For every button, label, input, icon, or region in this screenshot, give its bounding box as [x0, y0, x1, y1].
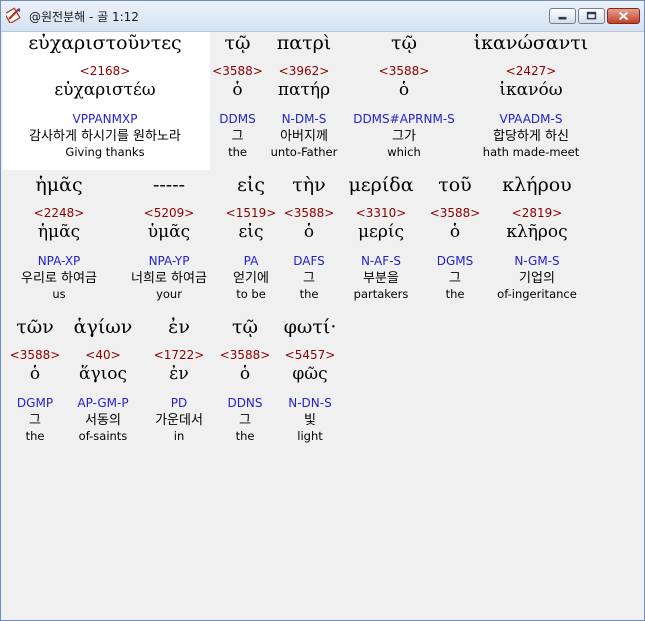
lemma-form: φῶς — [292, 364, 328, 384]
maximize-button[interactable] — [578, 8, 605, 24]
english-gloss: your — [156, 287, 182, 301]
greek-word: τοῦ — [438, 174, 472, 196]
english-gloss: which — [387, 145, 421, 159]
app-icon — [3, 7, 22, 25]
parsing-code: DDMS — [219, 112, 256, 126]
word-block[interactable]: μερίδα <3310> μερίς N-AF-S 부분을 partakers — [339, 174, 423, 304]
parsing-code: N-AF-S — [360, 254, 402, 268]
parsing-code: PD — [170, 396, 188, 410]
greek-word: τῶν — [16, 316, 54, 338]
greek-word: τὴν — [292, 174, 326, 196]
parsing-code: NPA-XP — [37, 254, 81, 268]
lemma-form: εἰς — [238, 222, 264, 242]
parsing-code: DGMP — [16, 396, 54, 410]
greek-word: τῷ — [224, 32, 251, 54]
word-block[interactable]: εἰς <1519> εἰς PA 얻기에 to be — [223, 174, 279, 304]
minimize-icon — [558, 16, 567, 20]
parsing-code: N-DM-S — [281, 112, 327, 126]
parsing-code: DDMS#APRNM-S — [353, 112, 455, 126]
word-block[interactable]: πατρὶ <3962> πατήρ N-DM-S 아버지께 unto-Fath… — [263, 32, 345, 162]
lemma-form: ὁ — [239, 364, 251, 384]
greek-word: ἡμᾶς — [35, 174, 83, 196]
parsing-code: N-DN-S — [288, 396, 332, 410]
lemma-form: ὁ — [29, 364, 41, 384]
english-gloss: in — [173, 429, 185, 443]
lemma-form: πατήρ — [277, 80, 331, 100]
english-gloss: Giving thanks — [65, 145, 145, 159]
english-gloss: us — [52, 287, 66, 301]
parsing-code: PA — [243, 254, 259, 268]
greek-word: ----- — [152, 174, 186, 196]
greek-word: τῷ — [231, 316, 258, 338]
maximize-icon — [586, 11, 597, 20]
close-icon — [618, 11, 629, 21]
word-block[interactable]: ἡμᾶς <2248> ἡμᾶς NPA-XP 우리로 하여금 us — [5, 174, 113, 304]
greek-word: εὐχαριστοῦντες — [28, 32, 182, 54]
lemma-form: κλῆρος — [506, 222, 568, 242]
word-block[interactable]: τὴν <3588> ὁ DAFS 그 the — [281, 174, 337, 304]
english-gloss: the — [25, 429, 45, 443]
greek-word: φωτί· — [283, 316, 337, 338]
english-gloss: light — [297, 429, 323, 443]
greek-word: πατρὶ — [276, 32, 332, 54]
word-block[interactable]: φωτί· <5457> φῶς N-DN-S 빛 light — [275, 316, 345, 446]
word-block[interactable]: τοῦ <3588> ὁ DGMS 그 the — [425, 174, 485, 304]
word-block[interactable]: τῷ <3588> ὁ DDNS 그 the — [217, 316, 273, 446]
lemma-form: ὑμᾶς — [147, 222, 191, 242]
parsing-code: DGMS — [436, 254, 474, 268]
greek-word: εἰς — [237, 174, 265, 196]
word-block[interactable]: εὐχαριστοῦντες <2168> εὐχαριστέω VPPANMX… — [5, 32, 205, 162]
english-gloss: of-saints — [78, 429, 128, 443]
window-title: @원전분해 - 골 1:12 — [29, 10, 139, 24]
lemma-form: ὁ — [232, 80, 243, 100]
greek-word: ἐν — [168, 316, 190, 338]
lemma-form: ἅγιος — [78, 364, 128, 384]
lemma-form: ἐν — [169, 364, 189, 384]
word-block[interactable]: ἱκανώσαντι <2427> ἱκανόω VPAADM-S 합당하게 하… — [465, 32, 597, 162]
word-block[interactable]: τῷ <3588> ὁ DDMS 그 the — [210, 32, 265, 162]
parsing-code: DAFS — [293, 254, 325, 268]
lemma-form: μερίς — [357, 222, 405, 242]
parsing-code: N-GM-S — [514, 254, 560, 268]
english-gloss: the — [235, 429, 255, 443]
minimize-button[interactable] — [549, 8, 576, 24]
lemma-form: ὁ — [303, 222, 315, 242]
close-button[interactable] — [607, 8, 640, 24]
lemma-form: ἱκανόω — [499, 80, 563, 100]
english-gloss: the — [299, 287, 319, 301]
word-block[interactable]: τῷ <3588> ὁ DDMS#APRNM-S 그가 which — [345, 32, 463, 162]
english-gloss: unto-Father — [270, 145, 338, 159]
english-gloss: the — [445, 287, 465, 301]
english-gloss: to be — [236, 287, 266, 301]
parsing-code: DDNS — [227, 396, 263, 410]
word-block[interactable]: ----- <5209> ὑμᾶς NPA-YP 너희로 하여금 your — [115, 174, 223, 304]
greek-word: ἁγίων — [73, 316, 133, 338]
english-gloss: hath made-meet — [482, 145, 580, 159]
parsing-code: VPAADM-S — [499, 112, 563, 126]
english-gloss: the — [228, 145, 247, 159]
word-block[interactable]: ἐν <1722> ἐν PD 가운데서 in — [143, 316, 215, 446]
word-block[interactable]: ἁγίων <40> ἅγιος AP-GM-P 서동의 of-saints — [67, 316, 139, 446]
lemma-form: εὐχαριστέω — [54, 80, 156, 100]
word-block[interactable]: κλήρου <2819> κλῆρος N-GM-S 기업의 of-inger… — [487, 174, 587, 304]
greek-word: μερίδα — [348, 174, 414, 196]
greek-word: κλήρου — [502, 174, 572, 196]
english-gloss: partakers — [353, 287, 409, 301]
lemma-form: ἡμᾶς — [37, 222, 81, 242]
lemma-form: ὁ — [398, 80, 410, 100]
english-gloss: of-ingeritance — [497, 287, 577, 301]
analysis-panel: εὐχαριστοῦντες <2168> εὐχαριστέω VPPANMX… — [3, 32, 640, 615]
parsing-code: AP-GM-P — [77, 396, 129, 410]
lemma-form: ὁ — [449, 222, 461, 242]
word-block[interactable]: τῶν <3588> ὁ DGMP 그 the — [5, 316, 65, 446]
greek-word: ἱκανώσαντι — [473, 32, 589, 54]
analysis-window: @원전분해 - 골 1:12 εὐχαριστοῦντες <2168> εὐχ… — [0, 0, 645, 621]
parsing-code: VPPANMXP — [72, 112, 138, 126]
greek-word: τῷ — [390, 32, 417, 54]
title-bar[interactable]: @원전분해 - 골 1:12 — [1, 1, 644, 32]
parsing-code: NPA-YP — [148, 254, 190, 268]
